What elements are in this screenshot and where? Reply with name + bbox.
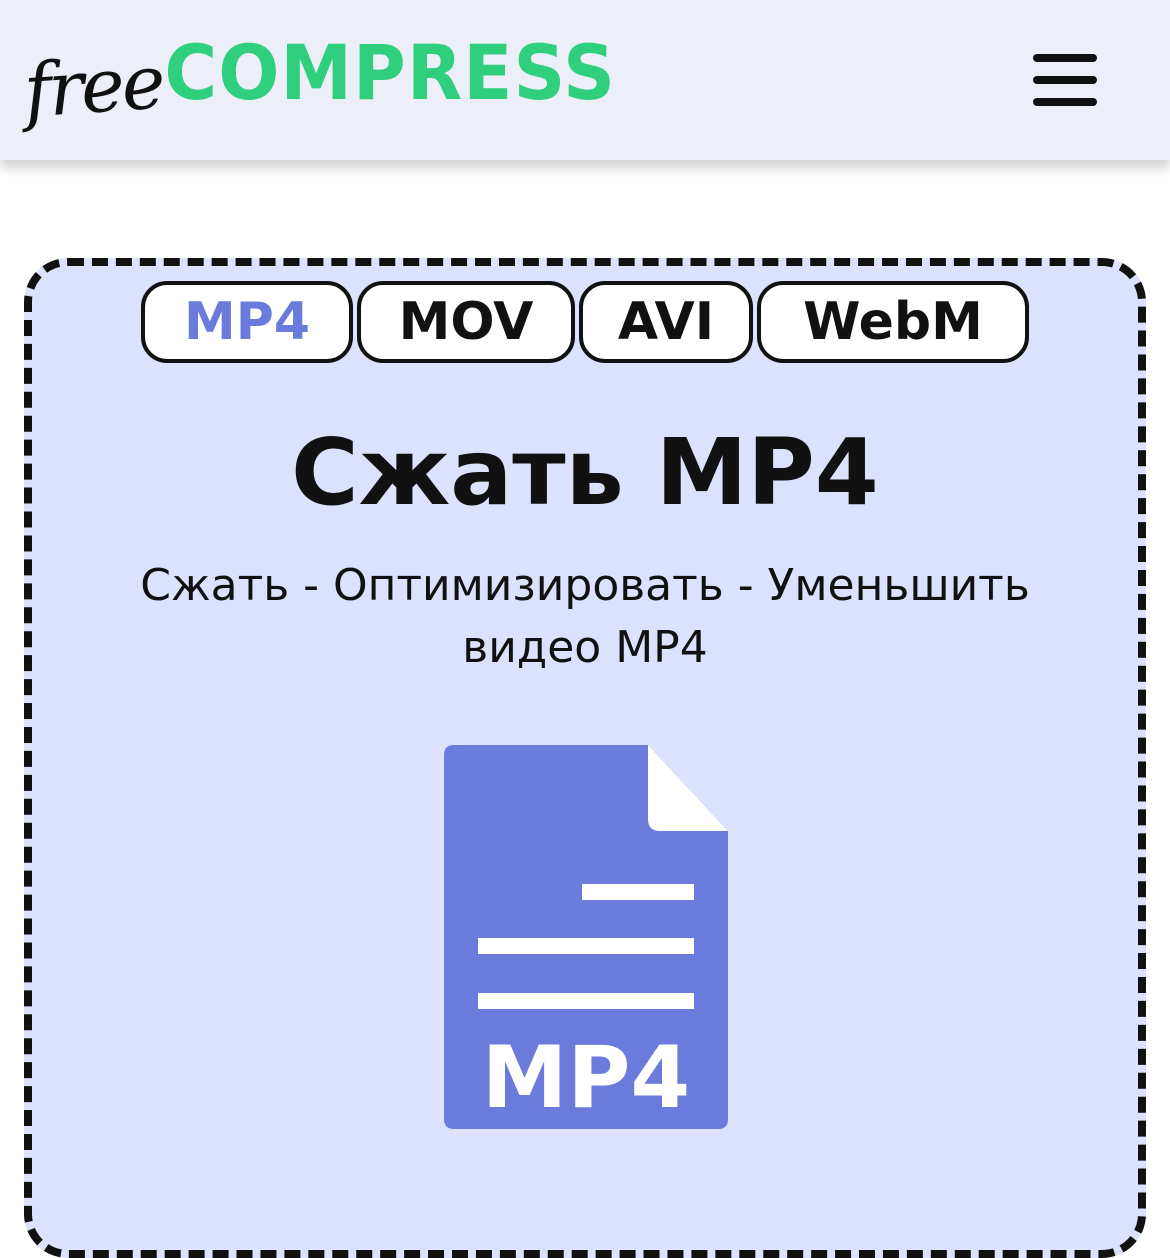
mp4-file-icon[interactable]: MP4: [444, 745, 728, 1129]
file-line: [478, 938, 694, 954]
logo-free-text: free: [21, 39, 166, 135]
menu-bar: [1033, 54, 1097, 62]
file-line: [478, 993, 694, 1009]
tab-avi[interactable]: AVI: [579, 281, 753, 363]
page-title: Сжать MP4: [291, 419, 879, 526]
tab-webm[interactable]: WebM: [757, 281, 1029, 363]
tab-mov[interactable]: MOV: [357, 281, 575, 363]
tab-mp4[interactable]: MP4: [141, 281, 353, 363]
file-icon-graphic: MP4: [444, 745, 728, 1129]
format-tabs: MP4 MOV AVI WebM: [141, 281, 1029, 363]
site-header: free COMPRESS: [0, 0, 1170, 160]
file-line: [582, 884, 694, 900]
hamburger-menu-icon[interactable]: [1030, 50, 1100, 110]
file-corner-fold: [648, 745, 728, 831]
logo[interactable]: free COMPRESS: [21, 22, 616, 135]
file-type-label: MP4: [482, 1028, 690, 1128]
menu-bar: [1033, 98, 1097, 106]
logo-compress-text: COMPRESS: [164, 28, 616, 117]
menu-bar: [1033, 76, 1097, 84]
page-subtitle: Сжать - Оптимизировать - Уменьшить видео…: [140, 560, 1030, 673]
